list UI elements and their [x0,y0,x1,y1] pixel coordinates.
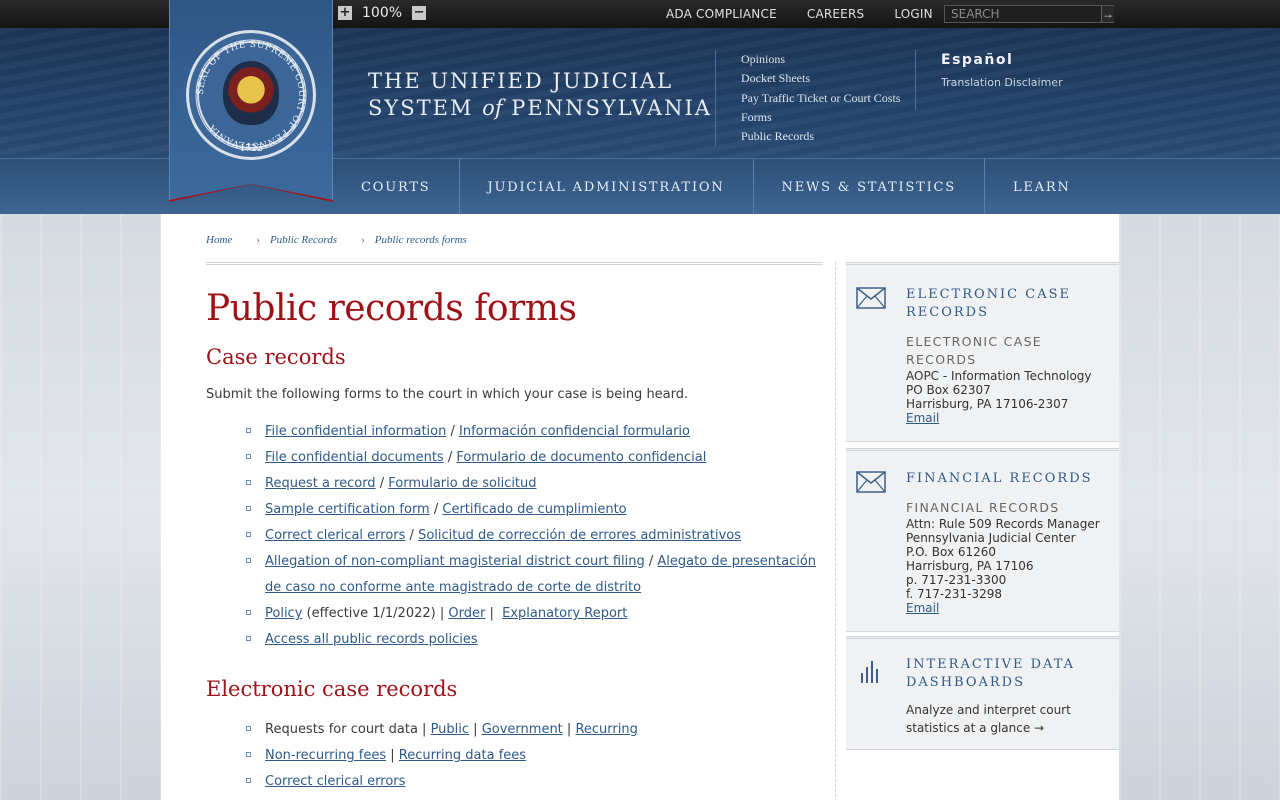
nav-courts[interactable]: COURTS [333,159,460,215]
breadcrumb-home[interactable]: Home [206,234,232,246]
divider [206,262,823,265]
dashboards-description[interactable]: Analyze and interpret court statistics a… [906,701,1107,737]
breadcrumb: Home › Public Records › Public records f… [206,234,467,246]
form-link[interactable]: Correct clerical errors [265,528,405,543]
recurring-request-link[interactable]: Recurring [575,722,637,737]
site-title-line2: SYSTEM of PENNSYLVANIA [368,96,712,120]
correct-clerical-errors-link[interactable]: Correct clerical errors [265,774,405,789]
site-title[interactable]: THE UNIFIED JUDICIAL SYSTEM of PENNSYLVA… [368,68,712,122]
list-item: Non-recurring fees | Recurring data fees [246,743,826,769]
electronic-records-list: Requests for court data | Public | Gover… [246,717,826,795]
careers-link[interactable]: CAREERS [807,7,864,21]
language-panel: Español Translation Disclaimer [915,50,1063,110]
page-title: Public records forms [206,288,577,329]
quick-link-docket-sheets[interactable]: Docket Sheets [741,69,900,88]
non-recurring-fees-link[interactable]: Non-recurring fees [265,748,386,763]
login-link[interactable]: LOGIN [894,7,933,21]
nav-learn[interactable]: LEARN [985,159,1099,215]
envelope-icon [856,287,886,314]
list-item: Correct clerical errors / Solicitud de c… [246,523,826,549]
box-title: INTERACTIVE DATA DASHBOARDS [906,657,1076,690]
government-request-link[interactable]: Government [482,722,563,737]
box-subtitle: ELECTRONIC CASE RECORDS [906,334,1042,367]
zoom-out-button[interactable]: − [412,6,427,20]
box-subtitle: FINANCIAL RECORDS [906,500,1060,515]
address: Attn: Rule 509 Records Manager Pennsylva… [906,517,1100,615]
form-link-es[interactable]: Certificado de cumplimiento [442,502,626,517]
breadcrumb-current[interactable]: Public records forms [375,234,467,246]
form-link-es[interactable]: Información confidencial formulario [459,424,690,439]
list-item: Requests for court data | Public | Gover… [246,717,826,743]
zoom-in-button[interactable]: + [338,6,352,20]
search-box: → [944,5,1114,23]
electronic-records-box: ELECTRONIC CASE RECORDS ELECTRONIC CASE … [846,262,1119,442]
zoom-control: + 100% − [338,5,427,21]
explanatory-report-link[interactable]: Explanatory Report [502,606,627,621]
nav-judicial-administration[interactable]: JUDICIAL ADMINISTRATION [460,159,754,215]
dashboards-box[interactable]: INTERACTIVE DATA DASHBOARDS Analyze and … [846,636,1119,750]
address: AOPC - Information Technology PO Box 623… [906,369,1092,425]
form-link[interactable]: Allegation of non-compliant magisterial … [265,554,645,569]
financial-records-box: FINANCIAL RECORDS FINANCIAL RECORDS Attn… [846,448,1119,632]
policy-link[interactable]: Policy [265,606,302,621]
form-link-es[interactable]: Solicitud de corrección de errores admin… [418,528,741,543]
box-title: ELECTRONIC CASE RECORDS [906,287,1071,320]
form-link[interactable]: File confidential documents [265,450,444,465]
electronic-records-heading: Electronic case records [206,677,458,701]
box-title: FINANCIAL RECORDS [906,471,1093,486]
form-link-es[interactable]: Formulario de solicitud [388,476,536,491]
background-right [1119,214,1280,800]
ada-compliance-link[interactable]: ADA COMPLIANCE [666,7,777,21]
form-link[interactable]: File confidential information [265,424,446,439]
court-seal-logo[interactable]: SEAL OF THE SUPREME COURT OF PENNSYLVANI… [186,30,316,160]
form-link-es[interactable]: Formulario de documento confidencial [456,450,706,465]
email-link[interactable]: Email [906,411,939,425]
list-item: Correct clerical errors [246,769,826,795]
form-link[interactable]: Sample certification form [265,502,430,517]
list-item: Access all public records policies [246,627,826,653]
form-link[interactable]: Request a record [265,476,376,491]
breadcrumb-chevron-icon: › [361,234,365,246]
coat-of-arms-icon [223,61,279,125]
content-card: Home › Public Records › Public records f… [161,214,1119,800]
column-divider [835,262,836,800]
sidebar: ELECTRONIC CASE RECORDS ELECTRONIC CASE … [846,262,1119,750]
quick-link-opinions[interactable]: Opinions [741,50,900,69]
public-request-link[interactable]: Public [431,722,469,737]
quick-links: Opinions Docket Sheets Pay Traffic Ticke… [715,50,900,146]
background-left [0,214,165,800]
breadcrumb-public-records[interactable]: Public Records [270,234,337,246]
breadcrumb-chevron-icon: › [256,234,260,246]
translation-disclaimer-link[interactable]: Translation Disclaimer [941,76,1063,89]
search-submit-icon[interactable]: → [1101,6,1114,22]
order-link[interactable]: Order [448,606,485,621]
espanol-link[interactable]: Español [941,52,1063,68]
list-item: Request a record / Formulario de solicit… [246,471,826,497]
list-item: File confidential information / Informac… [246,419,826,445]
case-records-heading: Case records [206,345,346,369]
nav-news-statistics[interactable]: NEWS & STATISTICS [754,159,985,215]
quick-link-public-records[interactable]: Public Records [741,127,900,146]
list-item: File confidential documents / Formulario… [246,445,826,471]
bar-chart-icon [860,659,882,690]
site-title-line1: THE UNIFIED JUDICIAL [368,69,674,93]
search-input[interactable] [945,6,1101,22]
list-item: Sample certification form / Certificado … [246,497,826,523]
case-records-list: File confidential information / Informac… [246,419,826,653]
quick-link-pay-ticket[interactable]: Pay Traffic Ticket or Court Costs [741,89,900,108]
email-link[interactable]: Email [906,601,939,615]
access-all-policies-link[interactable]: Access all public records policies [265,632,478,647]
zoom-level: 100% [362,5,403,21]
recurring-fees-link[interactable]: Recurring data fees [399,748,526,763]
envelope-icon [856,471,886,498]
quick-link-forms[interactable]: Forms [741,108,900,127]
utility-links: ADA COMPLIANCE CAREERS LOGIN [666,0,963,28]
list-item: Allegation of non-compliant magisterial … [246,549,826,601]
policy-effective: (effective 1/1/2022) | [302,606,449,621]
case-records-intro: Submit the following forms to the court … [206,387,689,402]
svg-text:1722: 1722 [240,144,263,154]
list-item: Policy (effective 1/1/2022) | Order | Ex… [246,601,826,627]
